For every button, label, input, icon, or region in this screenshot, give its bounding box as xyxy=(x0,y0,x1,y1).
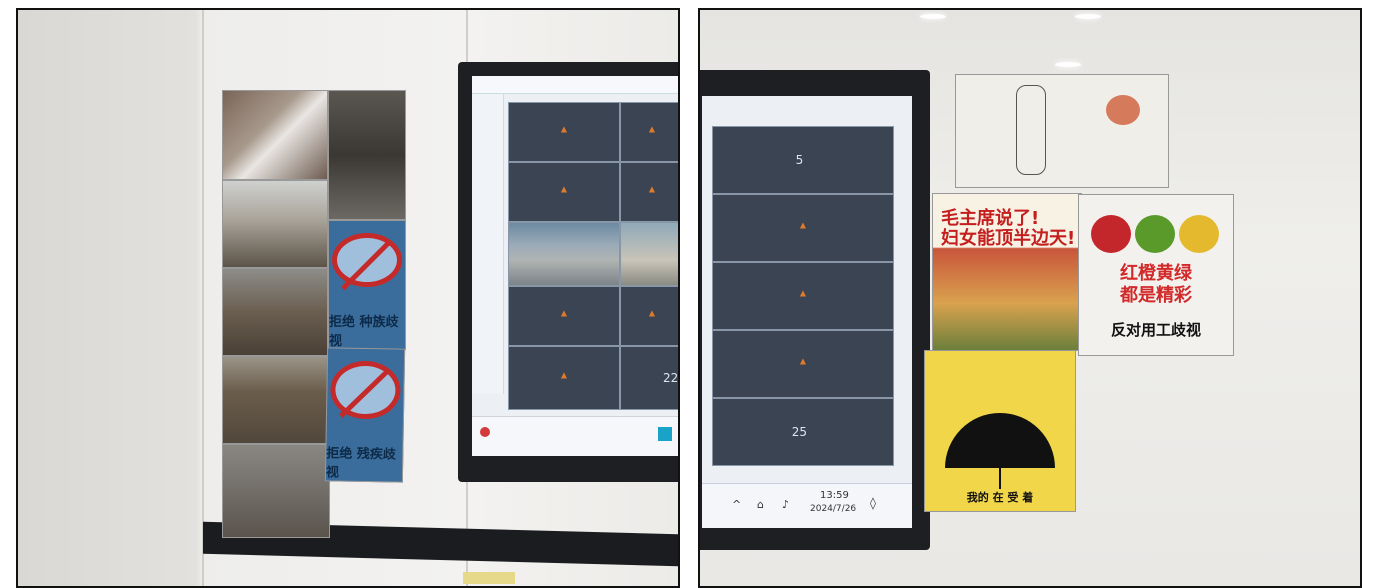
camera-cell[interactable]: ▲ xyxy=(620,102,678,162)
monitor-screen: ▲ ▲ ▲ ▲ ▲ ▲ ▲ 22 xyxy=(472,76,679,456)
cell-number: 25 xyxy=(791,425,808,439)
camera-cell[interactable]: ▲ xyxy=(508,102,620,162)
poster-disability-caption: 拒绝 残疾歧视 xyxy=(325,446,396,481)
network-icon[interactable]: ⌂ xyxy=(757,498,764,511)
ceiling-light xyxy=(1055,62,1081,67)
sketch-hand xyxy=(1106,95,1140,125)
camera-cell[interactable]: ▲ xyxy=(508,346,620,410)
poster-photo-1 xyxy=(222,90,328,180)
camera-cell[interactable]: 22 xyxy=(620,346,679,410)
prohibition-icon xyxy=(332,233,402,287)
bell-icon[interactable]: ◊ xyxy=(870,496,876,510)
umbrella-icon xyxy=(945,413,1055,468)
poster-sketch xyxy=(955,74,1169,188)
umbrella-handle xyxy=(999,467,1001,489)
taskbar: ^ ⌂ ♪ 13:59 2024/7/26 ◊ xyxy=(702,483,912,528)
taskbar-time[interactable]: 13:59 xyxy=(820,490,849,501)
wall-monitor: ▲ ▲ ▲ ▲ ▲ ▲ ▲ 22 xyxy=(458,62,679,482)
poster-disability: 拒绝 残疾歧视 xyxy=(324,347,406,483)
camera-cell[interactable]: ▲ xyxy=(712,194,894,262)
cell-number: 5 xyxy=(795,153,804,167)
camera-feed-parking[interactable] xyxy=(508,222,620,286)
right-photo: 5 ▲ ▲ ▲ 25 ^ ⌂ ♪ 13:59 2024/7/26 ◊ 毛主席说了… xyxy=(698,8,1362,588)
camera-cell[interactable]: ▲ xyxy=(620,286,678,346)
left-photo: 拒绝 种族歧视 拒绝 残疾歧视 ▲ ▲ ▲ ▲ ▲ ▲ ▲ 22 xyxy=(16,8,680,588)
camera-cell[interactable]: 25 xyxy=(712,398,894,466)
warning-icon: ▲ xyxy=(648,124,656,134)
poster-umbrella-text: 我的 在 受 着 xyxy=(966,491,1034,504)
wall-seam xyxy=(202,10,204,586)
warning-icon: ▲ xyxy=(560,370,568,380)
warning-icon: ▲ xyxy=(799,220,807,230)
yellow-apple-icon xyxy=(1179,215,1219,253)
ceiling-light xyxy=(1075,14,1101,19)
warning-icon: ▲ xyxy=(560,124,568,134)
yellow-object xyxy=(463,572,515,584)
warning-icon: ▲ xyxy=(799,356,807,366)
cell-number: 22 xyxy=(662,371,679,385)
camera-cell[interactable]: ▲ xyxy=(508,162,620,222)
chevron-up-icon[interactable]: ^ xyxy=(732,498,741,511)
camera-cell[interactable]: 5 xyxy=(712,126,894,194)
sketch-figure xyxy=(1016,85,1046,175)
app-sidebar xyxy=(472,94,504,394)
wall-monitor: 5 ▲ ▲ ▲ 25 ^ ⌂ ♪ 13:59 2024/7/26 ◊ xyxy=(700,70,930,550)
red-apple-icon xyxy=(1091,215,1131,253)
poster-racism-caption: 拒绝 种族歧视 xyxy=(329,315,399,349)
camera-cell[interactable]: ▲ xyxy=(620,162,678,222)
poster-photo-5 xyxy=(222,444,330,538)
camera-feed-street[interactable] xyxy=(620,222,678,286)
warning-icon: ▲ xyxy=(560,184,568,194)
prohibition-icon xyxy=(329,360,401,420)
app-titlebar xyxy=(472,76,678,94)
warning-icon: ▲ xyxy=(648,184,656,194)
poster-umbrella: 我的 在 受 着 xyxy=(924,350,1076,512)
camera-cell[interactable]: ▲ xyxy=(712,262,894,330)
poster-photo-2 xyxy=(222,180,328,268)
volume-icon[interactable]: ♪ xyxy=(782,498,789,511)
poster-apples-line1: 红橙黄绿 xyxy=(1120,263,1192,284)
poster-apples-line2: 都是精彩 xyxy=(1120,285,1192,306)
green-apple-icon xyxy=(1135,215,1175,253)
poster-women-line1: 毛主席说了! xyxy=(941,208,1040,229)
screen-bottom-bar xyxy=(472,416,678,456)
warning-icon: ▲ xyxy=(799,288,807,298)
warning-icon: ▲ xyxy=(560,308,568,318)
taskbar-date[interactable]: 2024/7/26 xyxy=(810,504,856,514)
poster-women-line2: 妇女能顶半边天! xyxy=(941,228,1076,249)
warning-icon: ▲ xyxy=(648,308,656,318)
notification-icon[interactable] xyxy=(480,427,490,437)
poster-women: 毛主席说了! 妇女能顶半边天! xyxy=(932,193,1082,351)
poster-photo-3 xyxy=(222,268,328,356)
poster-racism: 拒绝 种族歧视 xyxy=(328,220,406,350)
windows-start-icon[interactable] xyxy=(658,427,672,441)
poster-photo-4 xyxy=(222,356,328,444)
poster-apples: 红橙黄绿 都是精彩 反对用工歧视 xyxy=(1078,194,1234,356)
camera-cell[interactable]: ▲ xyxy=(712,330,894,398)
poster-portrait xyxy=(328,90,406,220)
ceiling-light xyxy=(920,14,946,19)
poster-apples-slogan: 反对用工歧视 xyxy=(1110,321,1201,339)
camera-cell[interactable]: ▲ xyxy=(508,286,620,346)
monitor-screen: 5 ▲ ▲ ▲ 25 ^ ⌂ ♪ 13:59 2024/7/26 ◊ xyxy=(702,96,912,528)
